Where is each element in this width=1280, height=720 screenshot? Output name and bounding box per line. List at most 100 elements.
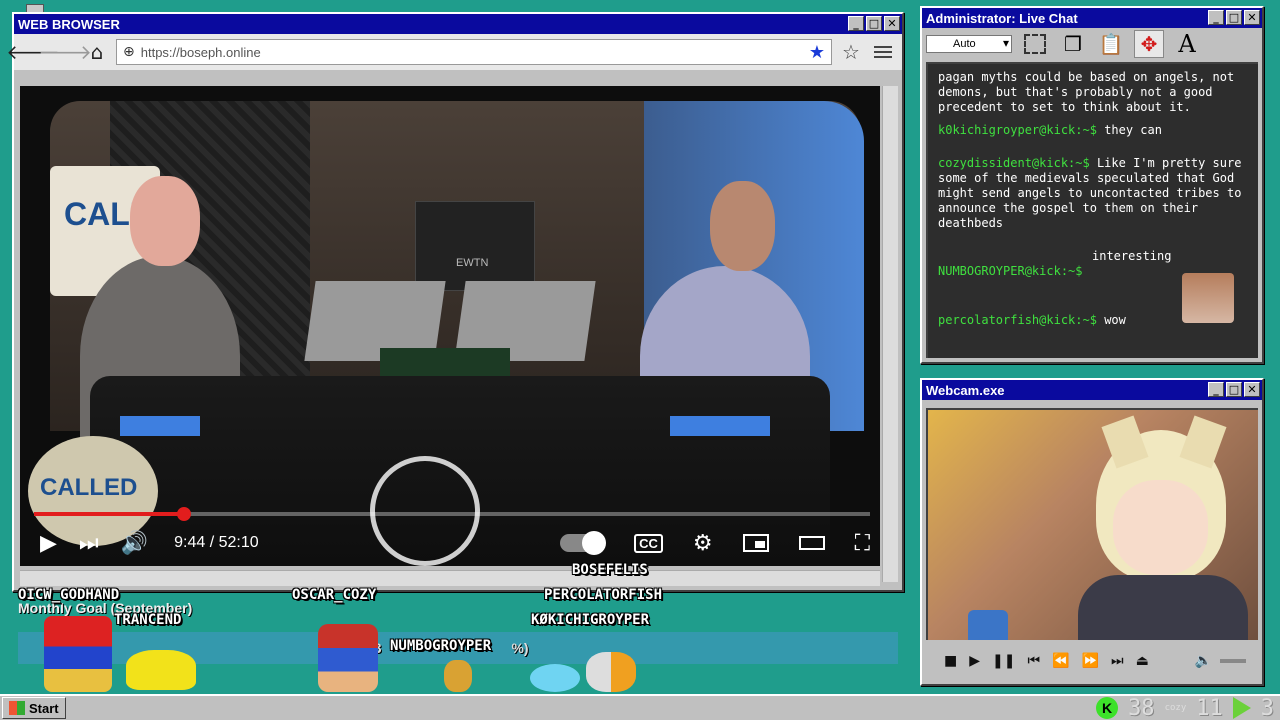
- video-desk-light: [120, 416, 200, 436]
- copy-icon[interactable]: ❐: [1058, 30, 1088, 58]
- forward-arrow-icon[interactable]: 🡒: [38, 39, 92, 65]
- start-button[interactable]: Start: [2, 697, 66, 719]
- font-icon[interactable]: A: [1172, 30, 1202, 58]
- favorites-star-icon[interactable]: ☆: [838, 40, 864, 64]
- next-track-icon[interactable]: ⏭: [79, 531, 99, 556]
- video-host-left-head: [130, 176, 200, 266]
- chatter-sprite: [530, 664, 580, 692]
- play-icon[interactable]: ▶: [969, 653, 980, 669]
- hamburger-menu-icon[interactable]: [870, 46, 896, 58]
- maximize-button[interactable]: □: [866, 16, 882, 31]
- chat-toolbar: Auto ❐ 📋 ✥ A: [922, 28, 1262, 60]
- video-player[interactable]: CALLED EWTN CALLED ▶ ⏭ 🔊 9:44 / 52:10 CC…: [20, 86, 880, 566]
- chat-username[interactable]: cozydissident@kick:~$: [938, 156, 1090, 170]
- chatter-name: OICW_GODHAND: [18, 587, 120, 603]
- webcam-mug: [968, 610, 1008, 640]
- fullscreen-icon[interactable]: ⛶: [855, 531, 870, 556]
- minimize-button[interactable]: _: [1208, 382, 1224, 397]
- chat-message-text: wow: [1104, 313, 1126, 327]
- rumble-viewer-count: 3: [1260, 695, 1274, 720]
- chat-log[interactable]: pagan myths could be based on angels, no…: [926, 62, 1258, 358]
- chatter-sprite: [444, 660, 472, 692]
- chat-title: Administrator: Live Chat: [926, 10, 1078, 26]
- address-bar[interactable]: ⊕ https://boseph.online ★: [116, 39, 832, 65]
- move-icon[interactable]: ✥: [1134, 30, 1164, 58]
- volume-slider[interactable]: [1220, 659, 1246, 663]
- browser-title: WEB BROWSER: [18, 16, 120, 32]
- volume-icon[interactable]: 🔊: [121, 531, 148, 556]
- chat-message: cozydissident@kick:~$ Like I'm pretty su…: [938, 156, 1248, 231]
- close-button[interactable]: ✕: [1244, 382, 1260, 397]
- chatter-name: OSCAR_COZY: [292, 587, 377, 603]
- kick-logo-icon: K: [1096, 697, 1119, 719]
- chat-message-text: they can: [1104, 123, 1162, 137]
- close-button[interactable]: ✕: [1244, 10, 1260, 25]
- start-label: Start: [29, 700, 59, 716]
- video-desk-light: [670, 416, 770, 436]
- video-controls: ▶ ⏭ 🔊 9:44 / 52:10 CC ⚙ ⛶: [40, 526, 870, 560]
- chat-message-text: pagan myths could be based on angels, no…: [938, 70, 1235, 114]
- play-icon[interactable]: ▶: [40, 531, 57, 556]
- chat-message: k0kichigroyper@kick:~$ they can: [938, 123, 1248, 138]
- video-progress-fill: [34, 512, 185, 516]
- vertical-scrollbar[interactable]: [882, 86, 898, 582]
- video-progress-bar[interactable]: [34, 507, 870, 521]
- url-text[interactable]: https://boseph.online: [141, 45, 803, 60]
- browser-window: WEB BROWSER _ □ ✕ 🡐 🡒 ⌂ ⊕ https://boseph…: [6, 12, 904, 592]
- speaker-icon[interactable]: 🔈: [1195, 653, 1212, 669]
- chat-avatar: [1182, 273, 1234, 323]
- live-chat-window: Administrator: Live Chat _ □ ✕ Auto ❐ 📋 …: [920, 6, 1264, 364]
- avatar-body: [1078, 575, 1248, 640]
- webcam-volume: 🔈: [1195, 653, 1246, 669]
- chatter-name: BOSEFELIS: [572, 562, 648, 578]
- eject-icon[interactable]: ⏏: [1136, 653, 1149, 669]
- video-host-right-head: [710, 181, 775, 271]
- autoplay-toggle[interactable]: [560, 531, 607, 555]
- chat-message: pagan myths could be based on angels, no…: [938, 70, 1248, 115]
- pause-icon[interactable]: ❚❚: [992, 653, 1015, 669]
- maximize-button[interactable]: □: [1226, 10, 1242, 25]
- miniplayer-icon[interactable]: [742, 534, 769, 552]
- fast-forward-icon[interactable]: ⏩: [1082, 653, 1099, 669]
- windows-logo-icon: [9, 701, 25, 715]
- chat-titlebar[interactable]: Administrator: Live Chat _ □ ✕: [922, 8, 1262, 28]
- video-time: 9:44 / 52:10: [174, 534, 259, 551]
- chat-message-text: interesting: [1092, 249, 1172, 263]
- paste-icon[interactable]: 📋: [1096, 30, 1126, 58]
- home-icon[interactable]: ⌂: [84, 39, 110, 65]
- chatter-name: NUMBOGROYPER: [390, 638, 492, 654]
- chatter-sprite: [586, 652, 636, 692]
- select-region-icon[interactable]: [1020, 30, 1050, 58]
- taskbar: Start K 38 cozy 11 3: [0, 694, 1280, 720]
- minimize-button[interactable]: _: [1208, 10, 1224, 25]
- rewind-icon[interactable]: ⏪: [1052, 653, 1069, 669]
- chat-username[interactable]: percolatorfish@kick:~$: [938, 313, 1097, 327]
- webcam-view: [926, 408, 1258, 640]
- cozy-label: cozy: [1164, 703, 1187, 713]
- browser-nav-bar: 🡐 🡒 ⌂ ⊕ https://boseph.online ★ ☆: [6, 34, 902, 70]
- webcam-controls: ■ ▶ ❚❚ ⏮ ⏪ ⏩ ⏭ ⏏ 🔈: [926, 646, 1258, 676]
- globe-icon: ⊕: [123, 44, 135, 60]
- chatter-sprite: [318, 624, 378, 692]
- close-button[interactable]: ✕: [884, 16, 900, 31]
- font-size-select[interactable]: Auto: [926, 35, 1012, 53]
- previous-icon[interactable]: ⏮: [1027, 653, 1040, 669]
- horizontal-scrollbar[interactable]: [20, 570, 880, 586]
- maximize-button[interactable]: □: [1226, 382, 1242, 397]
- browser-titlebar[interactable]: WEB BROWSER _ □ ✕: [14, 14, 902, 34]
- settings-gear-icon[interactable]: ⚙: [693, 531, 713, 556]
- theater-mode-icon[interactable]: [798, 536, 825, 550]
- minimize-button[interactable]: _: [848, 16, 864, 31]
- video-studio-text: EWTN: [456, 257, 489, 269]
- captions-icon[interactable]: CC: [634, 533, 663, 553]
- video-studio-screen: EWTN: [415, 201, 535, 291]
- cozy-viewer-count: 11: [1196, 695, 1223, 720]
- bookmark-star-icon[interactable]: ★: [809, 42, 825, 63]
- stop-icon[interactable]: ■: [944, 653, 957, 669]
- next-icon[interactable]: ⏭: [1111, 653, 1124, 669]
- goal-percent: %): [511, 640, 529, 656]
- webcam-title: Webcam.exe: [926, 382, 1005, 398]
- webcam-titlebar[interactable]: Webcam.exe _ □ ✕: [922, 380, 1262, 400]
- chat-username[interactable]: k0kichigroyper@kick:~$: [938, 123, 1097, 137]
- kick-viewer-count: 38: [1128, 695, 1155, 720]
